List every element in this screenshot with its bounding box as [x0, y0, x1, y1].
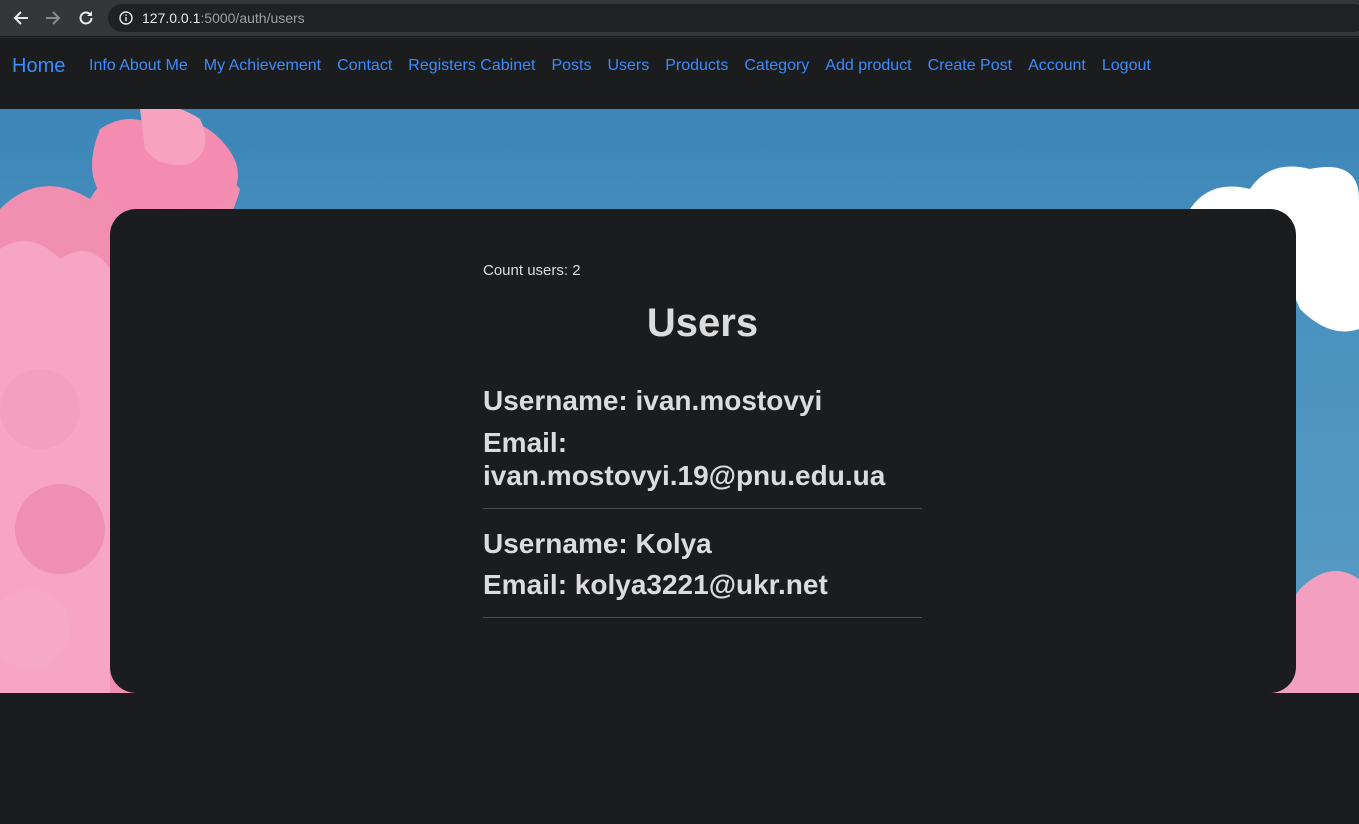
nav-link-users[interactable]: Users [607, 57, 649, 75]
user-email: Email: kolya3221@ukr.net [483, 569, 828, 600]
user-email: Email: ivan.mostovyi.19@pnu.edu.ua [483, 427, 886, 491]
forward-icon[interactable] [41, 6, 65, 30]
nav-link-my-achievement[interactable]: My Achievement [204, 57, 321, 75]
user-item: Username: ivan.mostovyi Email: ivan.most… [483, 384, 922, 509]
nav-link-category[interactable]: Category [744, 57, 809, 75]
nav-link-registers-cabinet[interactable]: Registers Cabinet [408, 57, 535, 75]
reload-icon[interactable] [74, 6, 98, 30]
url-text: 127.0.0.1:5000/auth/users [142, 10, 305, 26]
nav-link-add-product[interactable]: Add product [825, 57, 911, 75]
users-content: Count users: 2 Users Username: ivan.most… [483, 262, 922, 618]
nav-link-products[interactable]: Products [665, 57, 728, 75]
nav-link-contact[interactable]: Contact [337, 57, 392, 75]
address-bar[interactable]: 127.0.0.1:5000/auth/users [108, 4, 1359, 32]
nav-links: Info About Me My Achievement Contact Reg… [89, 57, 1151, 75]
nav-link-account[interactable]: Account [1028, 57, 1086, 75]
nav-link-posts[interactable]: Posts [551, 57, 591, 75]
page-title: Users [646, 301, 759, 345]
user-username: Username: ivan.mostovyi [483, 385, 823, 416]
back-icon[interactable] [9, 6, 33, 30]
nav-link-info-about-me[interactable]: Info About Me [89, 57, 188, 75]
count-users-text: Count users: 2 [483, 262, 581, 279]
browser-toolbar: 127.0.0.1:5000/auth/users [0, 0, 1359, 36]
site-navbar: Home Info About Me My Achievement Contac… [0, 37, 1359, 110]
brand-home-link[interactable]: Home [12, 55, 65, 78]
nav-link-create-post[interactable]: Create Post [928, 57, 1012, 75]
info-icon[interactable] [118, 10, 134, 26]
user-username: Username: Kolya [483, 528, 712, 559]
nav-link-logout[interactable]: Logout [1102, 57, 1151, 75]
user-item: Username: Kolya Email: kolya3221@ukr.net [483, 527, 922, 618]
